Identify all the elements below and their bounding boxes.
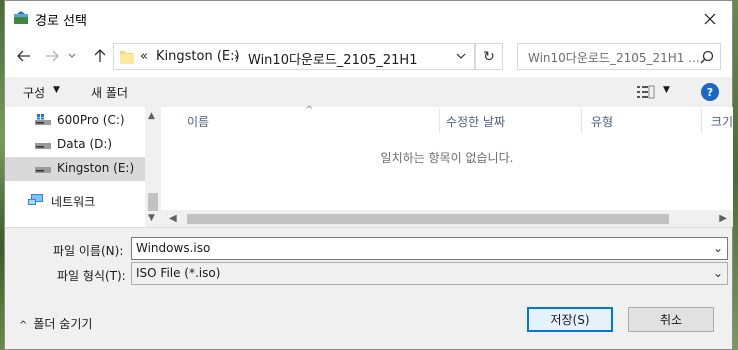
title-bar: 경로 선택 [5,1,732,37]
filetype-value: ISO File (*.iso) [136,266,221,280]
nav-item-drive-e[interactable]: Kingston (E:) [5,157,145,181]
nav-item-label: Data (D:) [57,137,113,151]
column-header-type[interactable]: 유형 [591,113,613,130]
arrow-right-icon [46,50,59,62]
network-icon [28,194,43,205]
nav-pane-scrollbar[interactable]: ▲ ▼ [145,107,161,227]
column-header-name[interactable]: 이름 [187,113,209,130]
window-title: 경로 선택 [35,14,87,29]
column-separator[interactable] [581,109,582,133]
filetype-label: 파일 형식(T): [57,269,126,283]
scroll-left-icon[interactable]: ◀ [169,213,177,224]
view-options-icon[interactable] [637,85,655,99]
close-icon [704,13,716,25]
breadcrumb-kingston[interactable]: Kingston (E:) [156,49,240,64]
empty-folder-message: 일치하는 항목이 없습니다. [380,151,514,165]
address-bar[interactable]: « Kingston (E:) › Win10다운로드_2105_21H1 [113,43,475,70]
back-button[interactable] [13,45,35,67]
column-separator[interactable] [439,109,440,133]
scroll-thumb[interactable] [148,193,158,211]
nav-item-label: Kingston (E:) [57,161,135,175]
filename-value: Windows.iso [136,241,211,255]
filetype-select[interactable]: ISO File (*.iso) ⌄ [131,262,728,285]
pane-divider [5,227,732,228]
help-icon[interactable]: ? [701,83,719,101]
nav-item-network[interactable]: 네트워크 [5,189,145,213]
view-caret-icon[interactable]: ▼ [663,85,670,95]
breadcrumb-separator-icon[interactable]: › [234,50,238,63]
scroll-down-icon[interactable]: ▼ [148,213,155,223]
windows-drive-icon [35,114,51,125]
chevron-down-icon [68,53,76,58]
up-button[interactable] [89,45,111,67]
chevron-up-icon: ^ [19,320,28,331]
nav-item-label: 600Pro (C:) [57,113,125,127]
search-icon [700,50,714,64]
arrow-up-icon [94,49,106,62]
scroll-right-icon[interactable]: ▶ [719,213,727,224]
column-separator[interactable] [701,109,702,133]
search-placeholder: Win10다운로드_2105_21H1 ... [528,51,700,65]
file-list-horizontal-scrollbar[interactable]: ◀ ▶ [161,210,733,227]
nav-item-drive-c[interactable]: 600Pro (C:) [5,109,145,133]
filename-input[interactable]: Windows.iso ⌄ [131,237,728,260]
recent-locations-button[interactable] [65,45,79,67]
arrow-left-icon [17,50,30,62]
breadcrumb-overflow[interactable]: « [140,49,148,64]
sort-ascending-icon: ^ [305,105,314,116]
app-icon [14,11,28,24]
chevron-down-icon: ⌄ [712,266,723,280]
refresh-button[interactable]: ↻ [475,43,503,70]
scroll-thumb[interactable] [187,214,669,224]
chevron-down-icon[interactable]: ⌄ [713,241,723,255]
drive-icon [35,143,51,149]
organize-button[interactable]: 구성 [23,84,45,101]
file-list: ^ 이름 수정한 날짜 유형 크기 일치하는 항목이 없습니다. ◀ ▶ [161,105,733,227]
navigation-pane: 600Pro (C:) Data (D:) Kingston (E:) 네트워크… [5,107,161,227]
column-header-size[interactable]: 크기 [711,113,733,130]
save-button[interactable]: 저장(S) [527,307,613,332]
nav-item-drive-d[interactable]: Data (D:) [5,133,145,157]
organize-caret-icon[interactable]: ▼ [53,85,60,95]
save-dialog: 경로 선택 « Kingston (E:) › Win10다운로드_2105_2… [4,0,733,350]
command-bar: 구성 ▼ 새 폴더 ▼ ? [5,77,732,107]
close-button[interactable] [688,1,732,37]
refresh-icon: ↻ [483,48,495,65]
forward-button[interactable] [41,45,63,67]
breadcrumb-current-folder[interactable]: Win10다운로드_2105_21H1 [248,49,417,68]
hide-folders-label: 폴더 숨기기 [33,317,93,331]
new-folder-button[interactable]: 새 폴더 [91,84,128,101]
search-box[interactable]: Win10다운로드_2105_21H1 ... [517,43,721,70]
nav-item-label: 네트워크 [51,195,96,209]
filename-label: 파일 이름(N): [53,244,124,258]
chevron-down-icon [456,53,466,59]
cancel-button[interactable]: 취소 [628,307,714,332]
column-header-date[interactable]: 수정한 날짜 [446,113,505,130]
navigation-bar: « Kingston (E:) › Win10다운로드_2105_21H1 ↻ … [5,37,732,77]
folder-icon [120,51,134,64]
scroll-up-icon[interactable]: ▲ [148,111,155,121]
hide-folders-toggle[interactable]: ^ 폴더 숨기기 [19,315,92,332]
address-dropdown-button[interactable] [452,47,470,65]
drive-icon [35,167,51,173]
